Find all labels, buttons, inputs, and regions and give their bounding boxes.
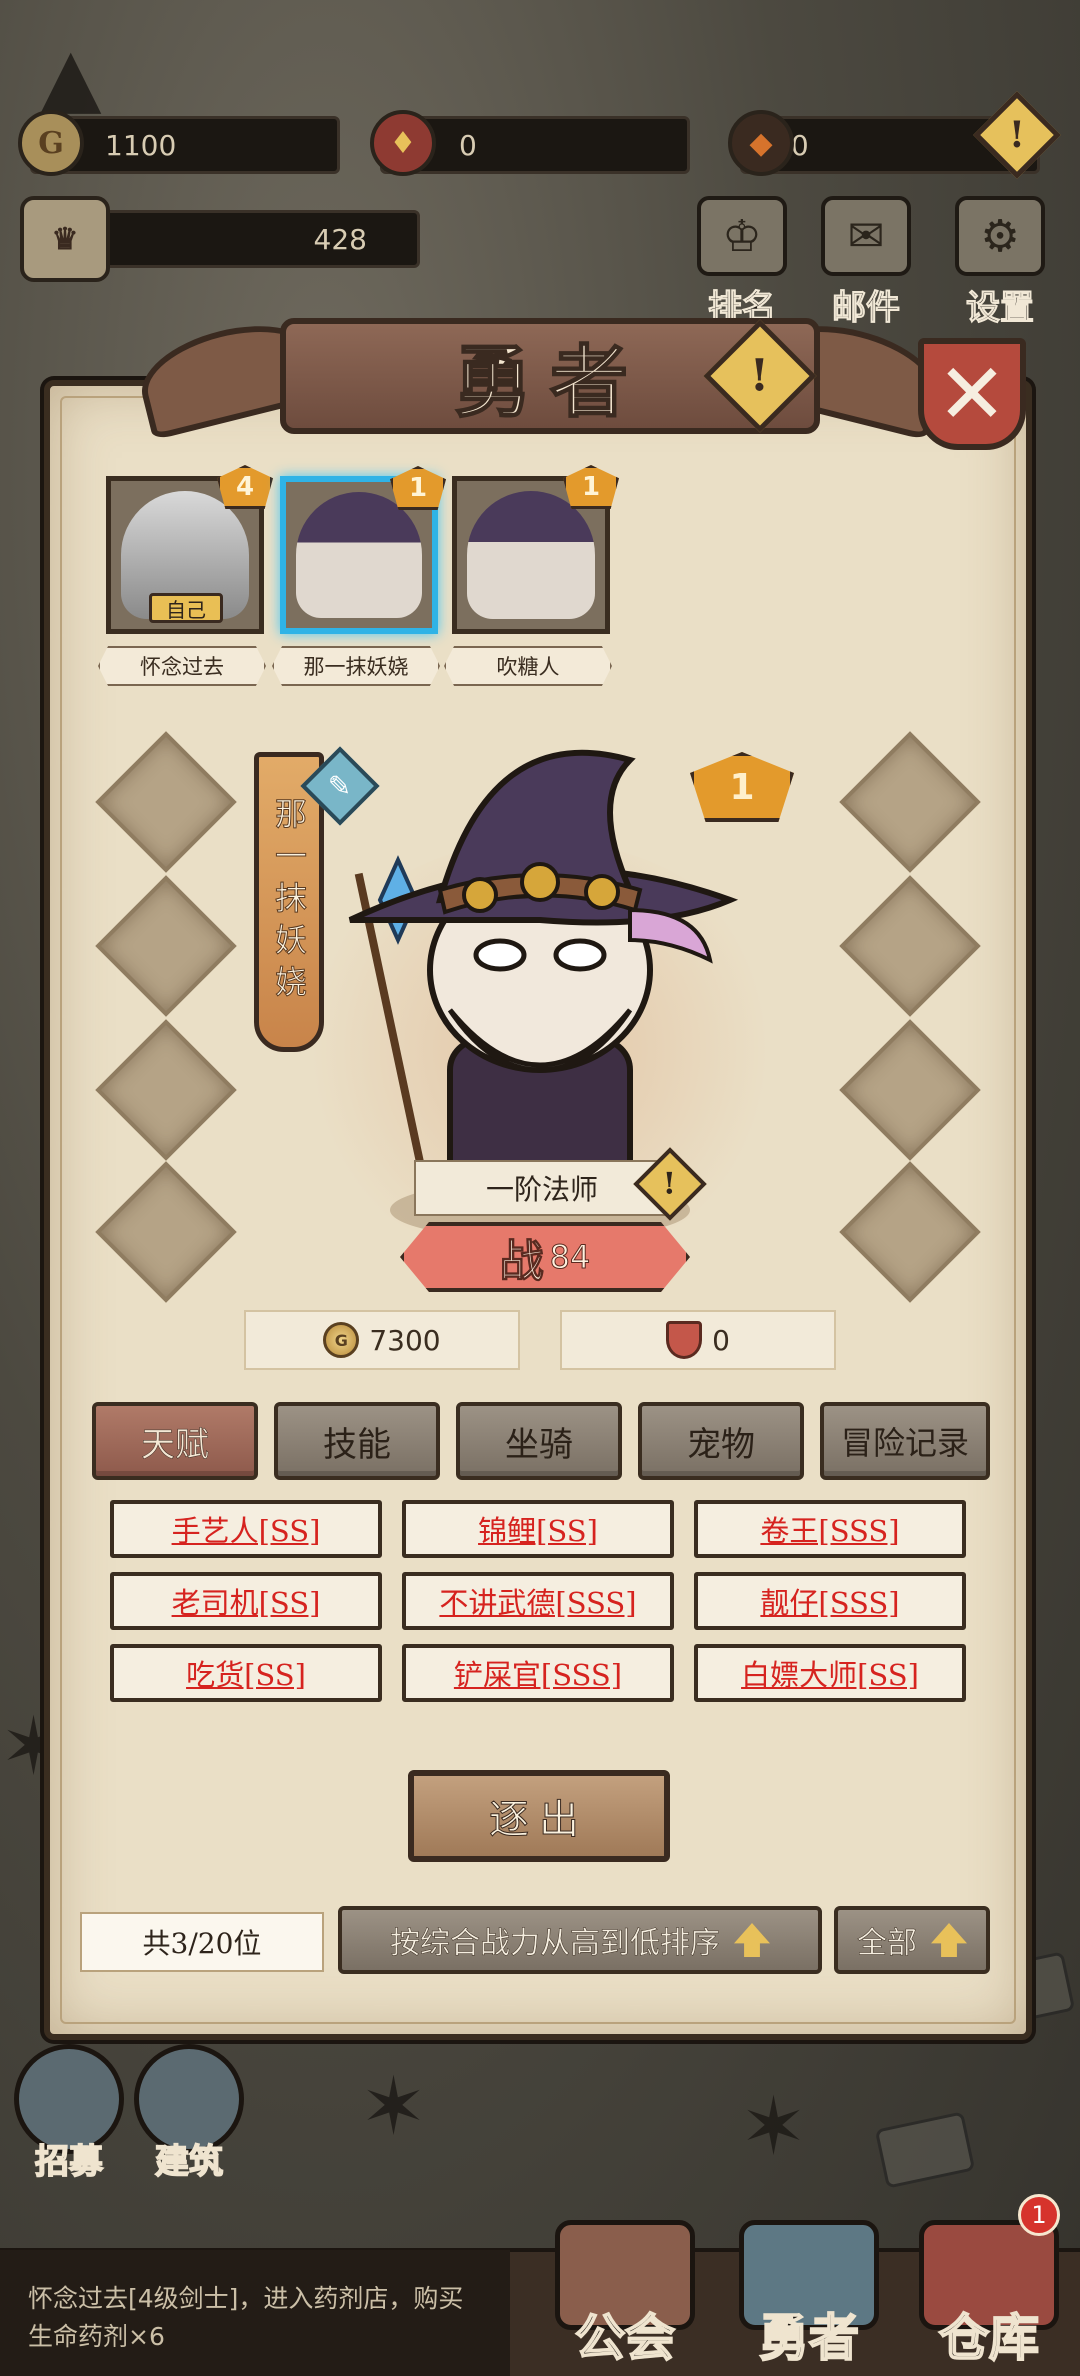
wizard-portrait [296, 492, 422, 618]
talent-link[interactable]: 不讲武德[SSS] [402, 1572, 674, 1630]
arrow-up-icon [931, 1923, 967, 1957]
tombstone [874, 2111, 976, 2189]
honor-value: 428 [313, 222, 367, 256]
talent-link[interactable]: 白嫖大师[SS] [694, 1644, 966, 1702]
hero-card[interactable]: 1 [452, 465, 619, 634]
gold-coin-icon: G [18, 110, 84, 176]
envelope-icon: ✉ [821, 196, 911, 276]
hero-name-tag: 吹糖人 [444, 646, 612, 686]
talent-link[interactable]: 铲屎官[SSS] [402, 1644, 674, 1702]
hero-name-tag: 怀念过去 [98, 646, 266, 686]
shield-cost: 0 [560, 1310, 836, 1370]
mail-button[interactable]: ✉ 邮件 [806, 196, 926, 329]
talent-link[interactable]: 靓仔[SSS] [694, 1572, 966, 1630]
gear-icon: ⚙ [955, 196, 1045, 276]
trophy-icon: ♔ [697, 196, 787, 276]
storage-notification-badge: 1 [1018, 2194, 1060, 2236]
honor-resource: 428 [90, 210, 420, 268]
talent-link[interactable]: 手艺人[SS] [110, 1500, 382, 1558]
self-tag: 自己 [149, 593, 223, 623]
expel-button[interactable]: 逐出 [408, 1770, 670, 1862]
power-label: 战 [499, 1236, 544, 1288]
filter-button[interactable]: 全部 [834, 1906, 990, 1974]
tab-skill[interactable]: 技能 [274, 1402, 440, 1480]
arrow-up-icon [734, 1923, 770, 1957]
hero-card[interactable]: 4 自己 [106, 465, 273, 634]
event-log: 怀念过去[4级剑士]，进入药剂店，购买生命药剂×6 [0, 2250, 510, 2376]
talent-link[interactable]: 老司机[SS] [110, 1572, 382, 1630]
gold-value: 1100 [105, 128, 177, 162]
gold-coin-icon: G [323, 1322, 360, 1358]
shield-icon: ♦ [370, 110, 436, 176]
shield-cost-value: 0 [712, 1323, 730, 1357]
tree-icon: ✶ [360, 2060, 428, 2153]
storage-button[interactable]: 仓库 [904, 2220, 1074, 2376]
talent-link[interactable]: 吃货[SS] [110, 1644, 382, 1702]
shield-icon [666, 1321, 703, 1359]
wizard-portrait [467, 491, 595, 619]
power-value: 84 [549, 1238, 591, 1277]
close-button[interactable]: ✕ [918, 338, 1026, 450]
gold-cost-value: 7300 [369, 1323, 441, 1357]
shield-value: 0 [459, 128, 477, 162]
recruit-button[interactable]: 招募 [4, 2044, 134, 2204]
filter-label: 全部 [857, 1926, 918, 1962]
hero-count: 共3/20位 [80, 1912, 324, 1972]
hero-name-tag: 那一抹妖娆 [272, 646, 440, 686]
gem-icon: ◆ [728, 110, 794, 176]
tab-mount[interactable]: 坐骑 [456, 1402, 622, 1480]
dialog-title: 勇者 [453, 336, 646, 429]
guild-button[interactable]: 公会 [540, 2220, 710, 2376]
talent-link[interactable]: 锦鲤[SS] [402, 1500, 674, 1558]
tab-pet[interactable]: 宠物 [638, 1402, 804, 1480]
sort-button[interactable]: 按综合战力从高到低排序 [338, 1906, 822, 1974]
tree-icon: ✶ [740, 2080, 808, 2173]
build-button[interactable]: 建筑 [124, 2044, 254, 2204]
combat-power: 战 84 [400, 1222, 690, 1292]
rank-button[interactable]: ♔ 排名 [682, 196, 802, 329]
tab-adventure-log[interactable]: 冒险记录 [820, 1402, 990, 1480]
hero-card-selected[interactable]: 1 [280, 466, 446, 634]
settings-button[interactable]: ⚙ 设置 [940, 196, 1060, 329]
gold-cost: G 7300 [244, 1310, 520, 1370]
close-icon: ✕ [936, 345, 1008, 443]
talent-link[interactable]: 卷王[SSS] [694, 1500, 966, 1558]
sort-label: 按综合战力从高到低排序 [390, 1926, 721, 1962]
honor-crest-icon: ♛ [20, 196, 110, 282]
heroes-button[interactable]: 勇者 [724, 2220, 894, 2376]
hero-class-label: 一阶法师 [414, 1160, 670, 1216]
tab-talent[interactable]: 天赋 [92, 1402, 258, 1480]
